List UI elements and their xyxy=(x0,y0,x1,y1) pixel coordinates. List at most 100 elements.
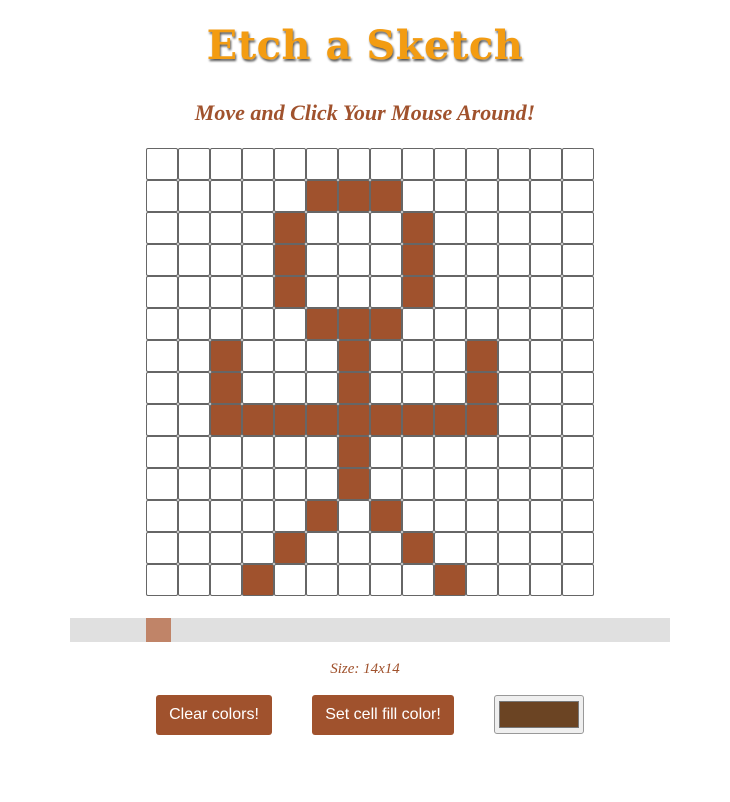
grid-cell[interactable] xyxy=(306,532,338,564)
grid-cell[interactable] xyxy=(306,244,338,276)
grid-cell[interactable] xyxy=(434,276,466,308)
grid-cell[interactable] xyxy=(466,436,498,468)
grid-cell[interactable] xyxy=(242,372,274,404)
grid-cell[interactable] xyxy=(146,244,178,276)
grid-cell[interactable] xyxy=(274,500,306,532)
grid-cell[interactable] xyxy=(210,212,242,244)
grid-cell[interactable] xyxy=(178,340,210,372)
grid-cell[interactable] xyxy=(370,564,402,596)
grid-cell[interactable] xyxy=(242,564,274,596)
grid-cell[interactable] xyxy=(178,276,210,308)
slider-thumb[interactable] xyxy=(146,618,171,642)
grid-cell[interactable] xyxy=(274,564,306,596)
grid-cell[interactable] xyxy=(402,212,434,244)
grid-cell[interactable] xyxy=(210,148,242,180)
grid-cell[interactable] xyxy=(210,436,242,468)
grid-cell[interactable] xyxy=(178,212,210,244)
grid-cell[interactable] xyxy=(210,180,242,212)
grid-cell[interactable] xyxy=(178,436,210,468)
grid-cell[interactable] xyxy=(306,276,338,308)
grid-cell[interactable] xyxy=(242,212,274,244)
grid-size-slider[interactable] xyxy=(70,618,670,642)
grid-cell[interactable] xyxy=(562,500,594,532)
grid-cell[interactable] xyxy=(402,532,434,564)
grid-cell[interactable] xyxy=(178,468,210,500)
grid-cell[interactable] xyxy=(562,148,594,180)
grid-cell[interactable] xyxy=(242,148,274,180)
grid-cell[interactable] xyxy=(562,564,594,596)
grid-cell[interactable] xyxy=(498,468,530,500)
grid-cell[interactable] xyxy=(178,500,210,532)
grid-cell[interactable] xyxy=(530,340,562,372)
grid-cell[interactable] xyxy=(370,532,402,564)
grid-cell[interactable] xyxy=(370,244,402,276)
grid-cell[interactable] xyxy=(274,532,306,564)
grid-cell[interactable] xyxy=(434,532,466,564)
grid-cell[interactable] xyxy=(146,436,178,468)
grid-cell[interactable] xyxy=(242,308,274,340)
grid-cell[interactable] xyxy=(370,372,402,404)
grid-cell[interactable] xyxy=(434,500,466,532)
grid-cell[interactable] xyxy=(306,212,338,244)
grid-cell[interactable] xyxy=(562,404,594,436)
grid-cell[interactable] xyxy=(434,244,466,276)
grid-cell[interactable] xyxy=(146,180,178,212)
grid-cell[interactable] xyxy=(562,340,594,372)
grid-cell[interactable] xyxy=(274,212,306,244)
grid-cell[interactable] xyxy=(274,372,306,404)
grid-cell[interactable] xyxy=(338,500,370,532)
grid-cell[interactable] xyxy=(274,340,306,372)
grid-cell[interactable] xyxy=(562,436,594,468)
grid-cell[interactable] xyxy=(402,180,434,212)
grid-cell[interactable] xyxy=(338,148,370,180)
grid-cell[interactable] xyxy=(242,500,274,532)
grid-cell[interactable] xyxy=(530,372,562,404)
grid-cell[interactable] xyxy=(242,468,274,500)
grid-cell[interactable] xyxy=(178,564,210,596)
grid-cell[interactable] xyxy=(306,340,338,372)
grid-cell[interactable] xyxy=(306,372,338,404)
grid-cell[interactable] xyxy=(498,148,530,180)
grid-cell[interactable] xyxy=(562,276,594,308)
grid-cell[interactable] xyxy=(242,244,274,276)
grid-cell[interactable] xyxy=(338,308,370,340)
grid-cell[interactable] xyxy=(370,404,402,436)
grid-cell[interactable] xyxy=(178,308,210,340)
grid-cell[interactable] xyxy=(466,244,498,276)
grid-cell[interactable] xyxy=(562,468,594,500)
grid-cell[interactable] xyxy=(370,180,402,212)
grid-cell[interactable] xyxy=(178,180,210,212)
grid-cell[interactable] xyxy=(530,436,562,468)
grid-cell[interactable] xyxy=(178,372,210,404)
grid-cell[interactable] xyxy=(562,308,594,340)
grid-cell[interactable] xyxy=(370,308,402,340)
grid-cell[interactable] xyxy=(338,404,370,436)
grid-cell[interactable] xyxy=(306,308,338,340)
grid-cell[interactable] xyxy=(242,532,274,564)
grid-cell[interactable] xyxy=(498,500,530,532)
grid-cell[interactable] xyxy=(146,532,178,564)
grid-cell[interactable] xyxy=(466,276,498,308)
grid-cell[interactable] xyxy=(370,436,402,468)
grid-cell[interactable] xyxy=(274,436,306,468)
grid-cell[interactable] xyxy=(370,468,402,500)
grid-cell[interactable] xyxy=(402,340,434,372)
grid-cell[interactable] xyxy=(498,340,530,372)
grid-cell[interactable] xyxy=(466,340,498,372)
grid-cell[interactable] xyxy=(338,212,370,244)
grid-cell[interactable] xyxy=(370,500,402,532)
grid-cell[interactable] xyxy=(402,372,434,404)
grid-cell[interactable] xyxy=(306,500,338,532)
grid-cell[interactable] xyxy=(402,564,434,596)
grid-cell[interactable] xyxy=(370,276,402,308)
grid-cell[interactable] xyxy=(466,372,498,404)
grid-cell[interactable] xyxy=(370,148,402,180)
grid-cell[interactable] xyxy=(210,468,242,500)
grid-cell[interactable] xyxy=(498,436,530,468)
grid-cell[interactable] xyxy=(498,244,530,276)
grid-cell[interactable] xyxy=(178,148,210,180)
grid-cell[interactable] xyxy=(434,180,466,212)
grid-cell[interactable] xyxy=(530,244,562,276)
grid-cell[interactable] xyxy=(530,276,562,308)
grid-cell[interactable] xyxy=(562,372,594,404)
